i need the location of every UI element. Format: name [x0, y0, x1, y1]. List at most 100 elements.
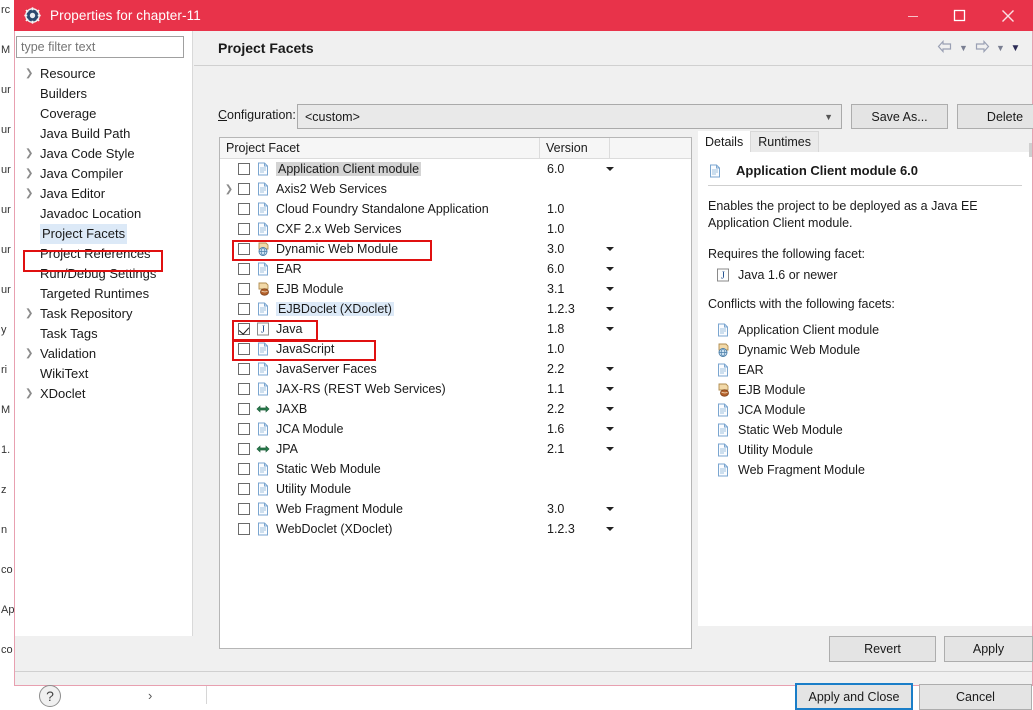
chevron-right-icon[interactable]: ❯: [25, 389, 40, 399]
facet-version: 2.1: [547, 442, 565, 456]
dialog-title-bar[interactable]: Properties for chapter-11: [14, 0, 1033, 31]
version-dropdown-icon[interactable]: [606, 327, 614, 331]
chevron-right-icon[interactable]: ❯: [25, 309, 40, 319]
table-row[interactable]: J Java 1.8: [220, 319, 691, 339]
page-menu-icon[interactable]: ▼: [1009, 43, 1022, 54]
tab-details[interactable]: Details: [698, 131, 751, 152]
table-row[interactable]: Web Fragment Module 3.0: [220, 499, 691, 519]
version-dropdown-icon[interactable]: [606, 287, 614, 291]
version-dropdown-icon[interactable]: [606, 167, 614, 171]
sidebar-item-wikitext[interactable]: ❯WikiText: [15, 364, 193, 384]
sidebar-item-java-compiler[interactable]: ❯ Java Compiler: [15, 164, 193, 184]
sidebar-item-run-debug-settings[interactable]: ❯Run/Debug Settings: [15, 264, 193, 284]
facet-checkbox[interactable]: [238, 443, 250, 455]
version-dropdown-icon[interactable]: [606, 387, 614, 391]
version-dropdown-icon[interactable]: [606, 527, 614, 531]
facet-checkbox[interactable]: [238, 303, 250, 315]
table-row[interactable]: Static Web Module: [220, 459, 691, 479]
version-dropdown-icon[interactable]: [606, 267, 614, 271]
facet-checkbox[interactable]: [238, 383, 250, 395]
facet-checkbox[interactable]: [238, 323, 250, 335]
table-row[interactable]: WebDoclet (XDoclet) 1.2.3: [220, 519, 691, 539]
facet-checkbox[interactable]: [238, 363, 250, 375]
chevron-right-icon[interactable]: ❯: [25, 349, 40, 359]
facet-checkbox[interactable]: [238, 203, 250, 215]
table-row[interactable]: Dynamic Web Module 3.0: [220, 239, 691, 259]
revert-button[interactable]: Revert: [829, 636, 936, 662]
details-conflicts-list: Application Client module Dynamic Web Mod…: [698, 320, 1032, 480]
version-dropdown-icon[interactable]: [606, 407, 614, 411]
version-dropdown-icon[interactable]: [606, 367, 614, 371]
facet-checkbox[interactable]: [238, 223, 250, 235]
delete-button[interactable]: Delete: [957, 104, 1033, 129]
chevron-right-icon[interactable]: ❯: [25, 69, 40, 79]
facet-checkbox[interactable]: [238, 423, 250, 435]
table-row[interactable]: JAXB 2.2: [220, 399, 691, 419]
filter-input[interactable]: [16, 36, 184, 58]
sidebar-item-javadoc-location[interactable]: ❯Javadoc Location: [15, 204, 193, 224]
table-row[interactable]: JAX-RS (REST Web Services) 1.1: [220, 379, 691, 399]
apply-button[interactable]: Apply: [944, 636, 1033, 662]
table-row[interactable]: Application Client module 6.0: [220, 159, 691, 179]
configuration-select[interactable]: <custom> ▼: [297, 104, 842, 129]
table-row[interactable]: JCA Module 1.6: [220, 419, 691, 439]
facet-checkbox[interactable]: [238, 243, 250, 255]
table-row[interactable]: Cloud Foundry Standalone Application 1.0: [220, 199, 691, 219]
sidebar-item-resource[interactable]: ❯ Resource: [15, 64, 193, 84]
file-icon: [256, 342, 270, 356]
sidebar-item-xdoclet[interactable]: ❯ XDoclet: [15, 384, 193, 404]
maximize-button[interactable]: [936, 0, 982, 31]
sidebar-item-coverage[interactable]: ❯Coverage: [15, 104, 193, 124]
sidebar-item-task-tags[interactable]: ❯Task Tags: [15, 324, 193, 344]
facet-checkbox[interactable]: [238, 283, 250, 295]
forward-arrow-icon[interactable]: [972, 39, 992, 56]
facet-checkbox[interactable]: [238, 183, 250, 195]
sidebar-item-java-build-path[interactable]: ❯Java Build Path: [15, 124, 193, 144]
table-row[interactable]: ❯ Axis2 Web Services: [220, 179, 691, 199]
facet-checkbox[interactable]: [238, 523, 250, 535]
project-facet-table[interactable]: Project Facet Version Application Client…: [219, 137, 692, 649]
chevron-right-icon[interactable]: ❯: [25, 189, 40, 199]
facet-checkbox[interactable]: [238, 343, 250, 355]
table-row[interactable]: JPA 2.1: [220, 439, 691, 459]
table-row[interactable]: Utility Module: [220, 479, 691, 499]
sidebar-item-task-repository[interactable]: ❯ Task Repository: [15, 304, 193, 324]
facet-checkbox[interactable]: [238, 463, 250, 475]
version-dropdown-icon[interactable]: [606, 507, 614, 511]
tab-runtimes[interactable]: Runtimes: [750, 131, 820, 152]
sidebar-item-project-references[interactable]: ❯Project References: [15, 244, 193, 264]
forward-dropdown-icon[interactable]: ▼: [994, 43, 1007, 53]
facet-checkbox[interactable]: [238, 403, 250, 415]
facet-checkbox[interactable]: [238, 483, 250, 495]
back-arrow-icon[interactable]: [935, 39, 955, 56]
table-row[interactable]: EAR 6.0: [220, 259, 691, 279]
back-dropdown-icon[interactable]: ▼: [957, 43, 970, 53]
table-row[interactable]: EJBDoclet (XDoclet) 1.2.3: [220, 299, 691, 319]
svg-text:J: J: [721, 271, 725, 282]
sidebar-item-java-code-style[interactable]: ❯ Java Code Style: [15, 144, 193, 164]
apply-and-close-button[interactable]: Apply and Close: [795, 683, 913, 710]
chevron-right-icon[interactable]: ❯: [25, 149, 40, 159]
save-as-button[interactable]: Save As...: [851, 104, 948, 129]
table-row[interactable]: EJB Module 3.1: [220, 279, 691, 299]
facet-checkbox[interactable]: [238, 263, 250, 275]
version-dropdown-icon[interactable]: [606, 427, 614, 431]
sidebar-item-java-editor[interactable]: ❯ Java Editor: [15, 184, 193, 204]
sidebar-item-project-facets[interactable]: ❯Project Facets: [15, 224, 193, 244]
facet-checkbox[interactable]: [238, 503, 250, 515]
sidebar-item-builders[interactable]: ❯Builders: [15, 84, 193, 104]
facet-checkbox[interactable]: [238, 163, 250, 175]
table-row[interactable]: JavaScript 1.0: [220, 339, 691, 359]
minimize-button[interactable]: [890, 0, 936, 31]
cancel-button[interactable]: Cancel: [919, 684, 1032, 710]
table-row[interactable]: JavaServer Faces 2.2: [220, 359, 691, 379]
table-row[interactable]: CXF 2.x Web Services 1.0: [220, 219, 691, 239]
version-dropdown-icon[interactable]: [606, 447, 614, 451]
sidebar-item-targeted-runtimes[interactable]: ❯Targeted Runtimes: [15, 284, 193, 304]
sidebar-item-validation[interactable]: ❯ Validation: [15, 344, 193, 364]
version-dropdown-icon[interactable]: [606, 247, 614, 251]
chevron-right-icon[interactable]: ❯: [220, 184, 238, 195]
chevron-right-icon[interactable]: ❯: [25, 169, 40, 179]
close-button[interactable]: [982, 0, 1033, 31]
version-dropdown-icon[interactable]: [606, 307, 614, 311]
